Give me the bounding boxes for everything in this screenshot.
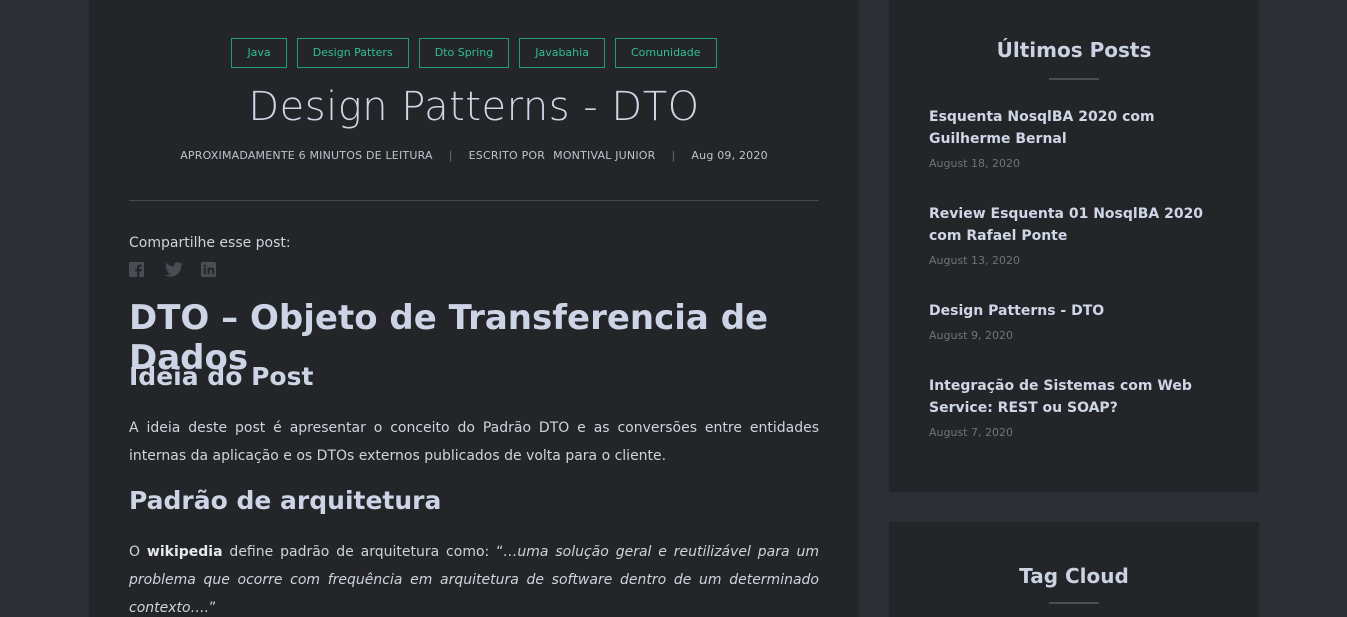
share-label: Compartilhe esse post: xyxy=(129,235,291,251)
latest-post-link[interactable]: Design Patterns - DTO xyxy=(929,300,1219,322)
reading-time: APROXIMADAMENTE 6 MINUTOS DE LEITURA xyxy=(180,149,433,162)
tag-java[interactable]: Java xyxy=(231,38,287,68)
section-heading-padrao: Padrão de arquitetura xyxy=(129,486,442,515)
title-underline xyxy=(1049,602,1099,604)
latest-post-link[interactable]: Integração de Sistemas com Web Service: … xyxy=(929,375,1219,419)
latest-post-date: August 18, 2020 xyxy=(929,157,1020,170)
latest-posts-title: Últimos Posts xyxy=(996,38,1152,62)
text-middle: define padrão de arquitetura como: “ xyxy=(222,544,504,560)
meta-separator: | xyxy=(671,149,676,162)
latest-post-date: August 13, 2020 xyxy=(929,254,1020,267)
post-meta: APROXIMADAMENTE 6 MINUTOS DE LEITURA | E… xyxy=(89,149,859,162)
section-text-ideia: A ideia deste post é apresentar o concei… xyxy=(129,420,819,464)
tag-javabahia[interactable]: Javabahia xyxy=(519,38,605,68)
latest-post-item: Design Patterns - DTO August 9, 2020 xyxy=(929,300,1219,342)
latest-post-link[interactable]: Esquenta NosqlBA 2020 com Guilherme Bern… xyxy=(929,106,1219,150)
latest-post-item: Review Esquenta 01 NosqlBA 2020 com Rafa… xyxy=(929,203,1219,267)
latest-post-item: Integração de Sistemas com Web Service: … xyxy=(929,375,1219,439)
share-icons xyxy=(129,262,217,278)
tag-comunidade[interactable]: Comunidade xyxy=(614,38,717,68)
latest-post-date: August 7, 2020 xyxy=(929,426,1013,439)
section-text-padrao: O wikipedia define padrão de arquitetura… xyxy=(129,538,819,617)
post-date: Aug 09, 2020 xyxy=(691,149,768,162)
author-link[interactable]: MONTIVAL JUNIOR xyxy=(553,149,655,162)
post-title: Design Patterns - DTO xyxy=(248,84,700,130)
written-by-label: ESCRITO POR xyxy=(468,149,546,162)
divider xyxy=(129,200,819,201)
latest-post-item: Esquenta NosqlBA 2020 com Guilherme Bern… xyxy=(929,106,1219,170)
section-heading-ideia: Ideia do Post xyxy=(129,362,314,391)
linkedin-icon[interactable] xyxy=(201,262,217,278)
tag-list: Java Design Patters Dto Spring Javabahia… xyxy=(89,38,859,68)
latest-posts-widget: Últimos Posts Esquenta NosqlBA 2020 com … xyxy=(889,0,1259,492)
text-prefix: O xyxy=(129,544,147,560)
tag-design-patters[interactable]: Design Patters xyxy=(296,38,409,68)
tag-cloud-title: Tag Cloud xyxy=(1019,564,1129,588)
tag-cloud-widget: Tag Cloud xyxy=(889,522,1259,617)
post-card: Java Design Patters Dto Spring Javabahia… xyxy=(89,0,859,617)
wikipedia-link[interactable]: wikipedia xyxy=(147,544,223,560)
meta-separator: | xyxy=(448,149,453,162)
latest-post-date: August 9, 2020 xyxy=(929,329,1013,342)
title-underline xyxy=(1049,78,1099,80)
tag-dto-spring[interactable]: Dto Spring xyxy=(418,38,510,68)
twitter-icon[interactable] xyxy=(165,262,183,278)
latest-post-link[interactable]: Review Esquenta 01 NosqlBA 2020 com Rafa… xyxy=(929,203,1219,247)
facebook-icon[interactable] xyxy=(129,262,145,278)
text-suffix: ” xyxy=(209,600,217,616)
